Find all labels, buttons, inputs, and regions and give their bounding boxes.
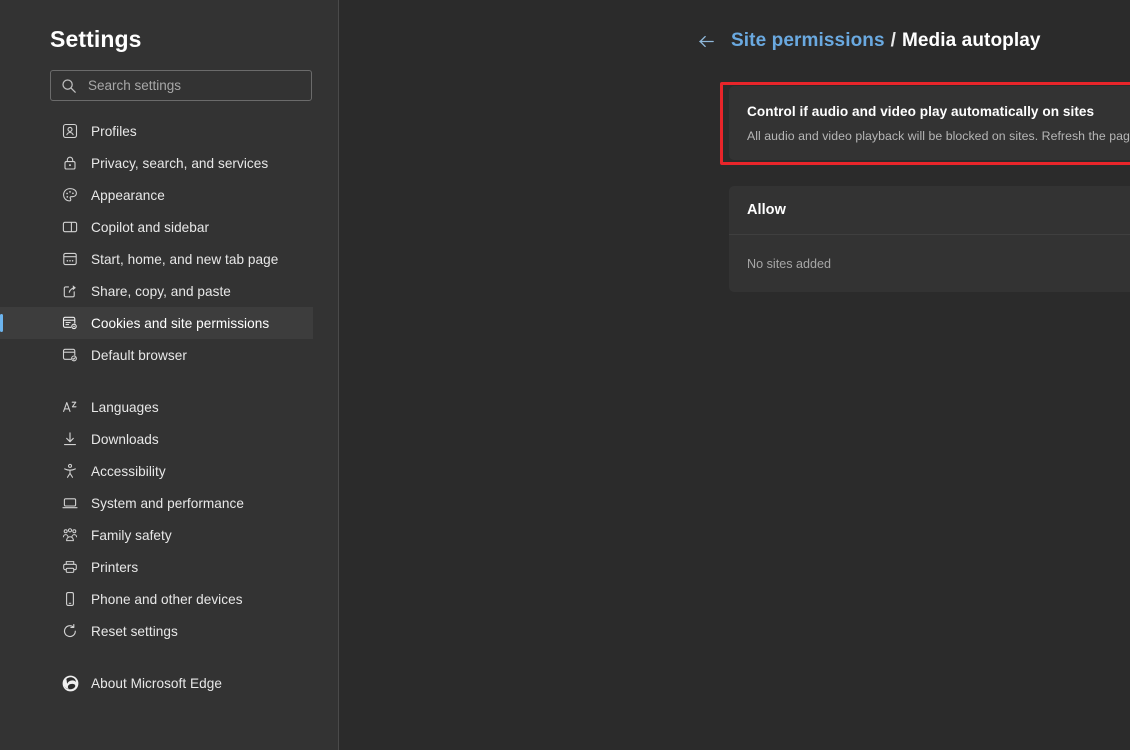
- sidebar-item-cookies-and-site-permissions[interactable]: Cookies and site permissions: [0, 307, 313, 339]
- sidebar-item-system-and-performance[interactable]: System and performance: [0, 487, 313, 519]
- sidebar-item-label: Family safety: [91, 528, 172, 543]
- palette-icon: [61, 186, 79, 204]
- sidebar-item-about-microsoft-edge[interactable]: About Microsoft Edge: [0, 667, 313, 699]
- breadcrumb-separator: /: [891, 30, 896, 52]
- settings-sidebar: Settings: [0, 0, 339, 750]
- settings-window: Settings: [0, 0, 1130, 750]
- breadcrumb: Site permissions / Media autoplay: [339, 0, 1130, 41]
- languages-icon: [61, 398, 79, 416]
- sidebar-item-label: Appearance: [91, 188, 165, 203]
- back-arrow-icon[interactable]: [697, 32, 716, 51]
- download-arrow-icon: [61, 430, 79, 448]
- breadcrumb-current: Media autoplay: [902, 30, 1041, 52]
- sidebar-item-label: Printers: [91, 560, 138, 575]
- sidebar-item-label: Accessibility: [91, 464, 166, 479]
- sidebar-item-label: Start, home, and new tab page: [91, 252, 278, 267]
- sidebar-item-appearance[interactable]: Appearance: [0, 179, 313, 211]
- sidebar-group-3: About Microsoft Edge: [0, 667, 338, 699]
- sidebar-group-divider-2: [0, 647, 338, 667]
- allow-list-body: No sites added: [729, 235, 1130, 292]
- sidebar-item-start-home[interactable]: Start, home, and new tab page: [0, 243, 313, 275]
- sidebar-item-printers[interactable]: Printers: [0, 551, 313, 583]
- family-people-icon: [61, 526, 79, 544]
- media-autoplay-description: All audio and video playback will be blo…: [747, 129, 1130, 143]
- settings-content: Control if audio and video play automati…: [729, 86, 1130, 292]
- new-tab-page-icon: [61, 250, 79, 268]
- search-input[interactable]: [88, 71, 301, 100]
- sidebar-item-label: Share, copy, and paste: [91, 284, 231, 299]
- search-icon: [61, 78, 77, 94]
- sidebar-nav: Profiles Privacy, search, and services: [0, 115, 338, 699]
- sidebar-item-reset-settings[interactable]: Reset settings: [0, 615, 313, 647]
- phone-icon: [61, 590, 79, 608]
- sidebar-item-label: Languages: [91, 400, 159, 415]
- sidebar-item-label: Privacy, search, and services: [91, 156, 268, 171]
- lock-icon: [61, 154, 79, 172]
- sidebar-group-1: Profiles Privacy, search, and services: [0, 115, 338, 371]
- page-title: Settings: [0, 26, 338, 53]
- cookies-gear-icon: [61, 314, 79, 332]
- browser-check-icon: [61, 346, 79, 364]
- sidebar-item-label: Reset settings: [91, 624, 178, 639]
- media-autoplay-setting-card: Control if audio and video play automati…: [729, 86, 1130, 160]
- sidebar-item-share-copy-paste[interactable]: Share, copy, and paste: [0, 275, 313, 307]
- sidebar-item-label: Profiles: [91, 124, 137, 139]
- sidebar-item-label: System and performance: [91, 496, 244, 511]
- profile-card-icon: [61, 122, 79, 140]
- sidebar-item-family-safety[interactable]: Family safety: [0, 519, 313, 551]
- allow-list-title: Allow: [747, 202, 786, 218]
- sidebar-item-privacy[interactable]: Privacy, search, and services: [0, 147, 313, 179]
- sidebar-item-label: Default browser: [91, 348, 187, 363]
- sidebar-item-phone-and-other-devices[interactable]: Phone and other devices: [0, 583, 313, 615]
- allow-list-card: Allow Add No sites added: [729, 186, 1130, 292]
- sidebar-item-label: About Microsoft Edge: [91, 676, 222, 691]
- edge-logo-icon: [61, 674, 80, 693]
- sidebar-item-label: Copilot and sidebar: [91, 220, 209, 235]
- sidebar-group-divider: [0, 371, 338, 391]
- breadcrumb-parent-link[interactable]: Site permissions: [731, 30, 885, 52]
- allow-list-header: Allow Add: [729, 186, 1130, 235]
- share-icon: [61, 282, 79, 300]
- sidebar-item-accessibility[interactable]: Accessibility: [0, 455, 313, 487]
- sidebar-item-copilot[interactable]: Copilot and sidebar: [0, 211, 313, 243]
- sidebar-item-downloads[interactable]: Downloads: [0, 423, 313, 455]
- sidebar-item-languages[interactable]: Languages: [0, 391, 313, 423]
- allow-list-empty-text: No sites added: [747, 257, 831, 271]
- sidebar-item-label: Cookies and site permissions: [91, 316, 269, 331]
- sidebar-item-profiles[interactable]: Profiles: [0, 115, 313, 147]
- main-content: Site permissions / Media autoplay Contro…: [339, 0, 1130, 750]
- sidebar-item-label: Downloads: [91, 432, 159, 447]
- sidebar-group-2: Languages Downloads: [0, 391, 338, 647]
- printer-icon: [61, 558, 79, 576]
- sidebar-item-label: Phone and other devices: [91, 592, 243, 607]
- media-autoplay-title: Control if audio and video play automati…: [747, 104, 1130, 119]
- laptop-icon: [61, 494, 79, 512]
- media-autoplay-text-block: Control if audio and video play automati…: [747, 102, 1130, 143]
- sidebar-item-default-browser[interactable]: Default browser: [0, 339, 313, 371]
- reset-arrow-icon: [61, 622, 79, 640]
- sidebar-panel-icon: [61, 218, 79, 236]
- search-settings-box[interactable]: [50, 70, 312, 101]
- accessibility-person-icon: [61, 462, 79, 480]
